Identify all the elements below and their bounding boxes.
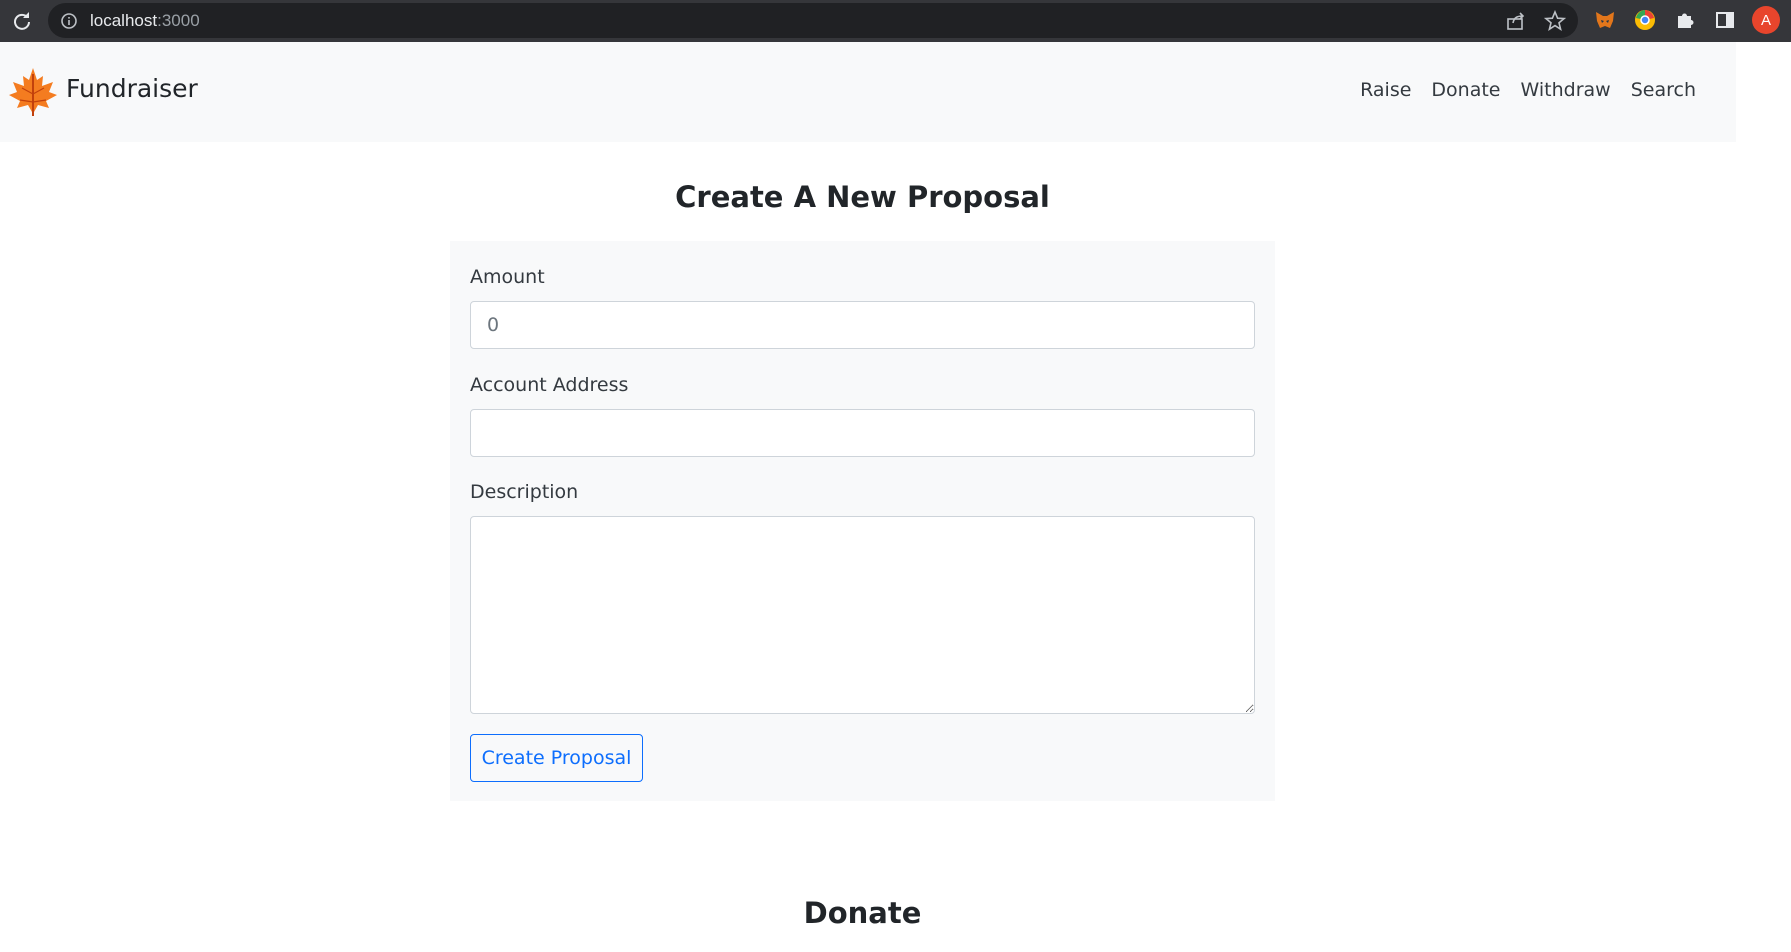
account-address-label: Account Address (470, 374, 629, 396)
maple-leaf-logo-icon (6, 64, 60, 118)
amount-label: Amount (470, 266, 545, 288)
metamask-fox-icon[interactable] (1593, 8, 1617, 32)
url-text[interactable]: localhost:3000 (90, 11, 200, 31)
description-textarea[interactable] (470, 516, 1255, 714)
bookmark-star-icon[interactable] (1543, 9, 1567, 32)
site-navbar: Fundraiser Raise Donate Withdraw Search (0, 42, 1736, 142)
nav-link-donate[interactable]: Donate (1431, 79, 1500, 101)
description-label: Description (470, 481, 579, 503)
extension-color-icon[interactable] (1633, 8, 1657, 32)
profile-avatar[interactable]: A (1752, 6, 1780, 34)
reload-icon[interactable] (10, 9, 34, 33)
donate-section-title: Donate (803, 896, 922, 930)
create-proposal-button[interactable]: Create Proposal (470, 734, 643, 782)
url-port: :3000 (157, 11, 200, 30)
nav-link-raise[interactable]: Raise (1360, 79, 1411, 101)
amount-input[interactable] (470, 301, 1255, 349)
nav-link-withdraw[interactable]: Withdraw (1521, 79, 1611, 101)
side-panel-icon[interactable] (1713, 8, 1737, 32)
brand-link[interactable]: Fundraiser (6, 64, 198, 118)
proposal-form: Amount Account Address Description Creat… (450, 241, 1275, 801)
nav-links: Raise Donate Withdraw Search (1340, 79, 1696, 101)
share-icon[interactable] (1506, 11, 1526, 31)
extensions-puzzle-icon[interactable] (1673, 8, 1697, 32)
nav-link-search[interactable]: Search (1631, 79, 1696, 101)
account-address-input[interactable] (470, 409, 1255, 457)
site-info-icon[interactable] (60, 12, 78, 30)
browser-toolbar: localhost:3000 A (0, 0, 1791, 42)
brand-name: Fundraiser (66, 73, 198, 103)
url-host: localhost (90, 11, 158, 30)
create-proposal-title: Create A New Proposal (675, 180, 1050, 214)
address-bar[interactable]: localhost:3000 (48, 3, 1578, 38)
